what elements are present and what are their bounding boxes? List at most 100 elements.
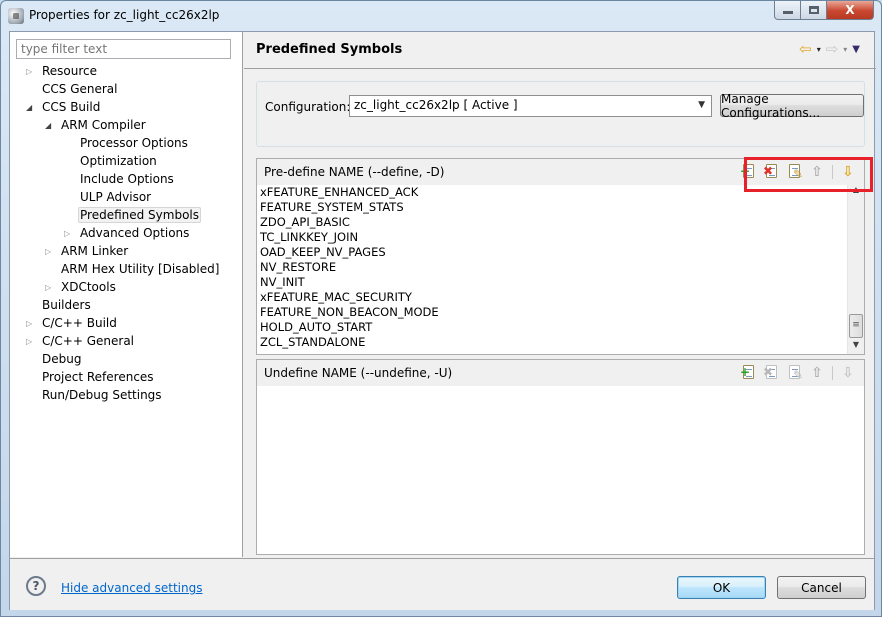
page-navigation: ⇦ ▾ ⇨ ▾ ▼ <box>799 42 860 57</box>
expanded-triangle-icon[interactable]: ◢ <box>45 117 55 134</box>
tree-item-label: Run/Debug Settings <box>42 388 162 402</box>
title-bar: Properties for zc_light_cc26x2lp X <box>1 1 881 31</box>
list-item[interactable]: FEATURE_SYSTEM_STATS <box>257 200 864 215</box>
tree-item-label: Builders <box>42 298 91 312</box>
forward-history-dropdown-icon[interactable]: ▾ <box>843 45 847 54</box>
collapsed-triangle-icon[interactable]: ▷ <box>26 315 36 332</box>
hide-advanced-settings-link[interactable]: Hide advanced settings <box>61 581 202 595</box>
list-item[interactable]: NV_RESTORE <box>257 260 864 275</box>
list-item[interactable]: NV_INIT <box>257 275 864 290</box>
list-item[interactable]: TC_LINKKEY_JOIN <box>257 230 864 245</box>
undefine-symbols-panel: Undefine NAME (--undefine, -U) + ✖ ✎ ⇧ ⇩ <box>256 359 865 555</box>
back-history-dropdown-icon[interactable]: ▾ <box>817 45 821 54</box>
view-menu-icon[interactable]: ▼ <box>852 44 860 55</box>
window-title: Properties for zc_light_cc26x2lp <box>29 8 220 22</box>
close-button[interactable]: X <box>827 1 874 20</box>
tree-item[interactable]: Project References <box>40 369 156 386</box>
tree-item[interactable]: Optimization <box>78 153 159 170</box>
edit-undefine-icon[interactable]: ✎ <box>786 364 803 381</box>
tree-item-label: ARM Compiler <box>61 118 146 132</box>
collapsed-triangle-icon[interactable]: ▷ <box>45 279 55 296</box>
tree-item[interactable]: Processor Options <box>78 135 190 152</box>
tree-item-label: ARM Linker <box>61 244 129 258</box>
tree-item[interactable]: ◢ ARM Compiler <box>45 117 148 134</box>
undefine-list-title: Undefine NAME (--undefine, -U) <box>264 366 453 380</box>
scroll-thumb[interactable]: ≡ <box>849 314 863 338</box>
tree-item[interactable]: Include Options <box>78 171 176 188</box>
tree-item[interactable]: Run/Debug Settings <box>40 387 164 404</box>
tree-item[interactable]: CCS General <box>40 81 119 98</box>
dropdown-arrow-icon: ▼ <box>698 100 705 110</box>
delete-undefine-icon[interactable]: ✖ <box>763 364 779 381</box>
minimize-button[interactable] <box>774 1 801 20</box>
toolbar-separator <box>832 365 833 380</box>
dialog-footer: ? Hide advanced settings OK Cancel <box>10 558 874 610</box>
collapsed-triangle-icon[interactable]: ▷ <box>45 243 55 260</box>
tree-item-label: Project References <box>42 370 154 384</box>
add-undefine-icon[interactable]: + <box>740 364 756 381</box>
ok-button[interactable]: OK <box>677 576 766 599</box>
define-list[interactable]: xFEATURE_ENHANCED_ACK FEATURE_SYSTEM_STAT… <box>257 185 864 354</box>
tree-item[interactable]: ▷ C/C++ Build <box>26 315 119 332</box>
list-item[interactable]: FEATURE_NON_BEACON_MODE <box>257 305 864 320</box>
tree-item-label: XDCtools <box>61 280 116 294</box>
undefine-list[interactable] <box>257 386 864 554</box>
tree-item-label: Resource <box>42 64 98 78</box>
list-item[interactable]: OAD_KEEP_NV_PAGES <box>257 245 864 260</box>
tree-item-label: Include Options <box>80 172 174 186</box>
help-icon[interactable]: ? <box>26 576 46 596</box>
tree-item[interactable]: Builders <box>40 297 93 314</box>
manage-configurations-button[interactable]: Manage Configurations... <box>720 92 864 120</box>
maximize-button[interactable] <box>801 1 827 20</box>
expanded-triangle-icon[interactable]: ◢ <box>26 99 36 116</box>
tree-item-label: C/C++ Build <box>42 316 117 330</box>
tree-item-label: CCS Build <box>42 100 101 114</box>
filter-input[interactable] <box>16 39 231 59</box>
collapsed-triangle-icon[interactable]: ▷ <box>64 225 74 242</box>
collapsed-triangle-icon[interactable]: ▷ <box>26 63 36 80</box>
tree-item-label: Optimization <box>80 154 157 168</box>
tree-item[interactable]: ▷ Advanced Options <box>64 225 191 242</box>
configuration-group: Configuration: zc_light_cc26x2lp [ Activ… <box>256 81 865 147</box>
tree-item-label: Advanced Options <box>80 226 190 240</box>
dialog-body: ▷ Resource CCS General ◢ CCS Build ◢ ARM Compi… <box>9 31 876 610</box>
scroll-down-icon[interactable]: ▼ <box>848 340 864 354</box>
list-item[interactable]: HOLD_AUTO_START <box>257 320 864 335</box>
define-list-scrollbar[interactable]: ▲ ≡ ▼ <box>847 185 864 354</box>
tree-item-label: Predefined Symbols <box>78 207 202 223</box>
app-icon <box>8 8 24 24</box>
tree-item[interactable]: ULP Advisor <box>78 189 153 206</box>
maximize-icon <box>808 6 819 14</box>
tree-item-label: ARM Hex Utility [Disabled] <box>61 262 220 276</box>
page-header: Predefined Symbols ⇦ ▾ ⇨ ▾ ▼ <box>244 32 876 69</box>
configuration-label: Configuration: <box>265 100 351 114</box>
tree-item-label: CCS General <box>42 82 118 96</box>
undefine-toolbar: + ✖ ✎ ⇧ ⇩ <box>740 364 856 382</box>
cancel-button[interactable]: Cancel <box>777 576 866 599</box>
close-icon: X <box>845 3 855 17</box>
collapsed-triangle-icon[interactable]: ▷ <box>26 333 36 350</box>
window-controls: X <box>774 1 874 21</box>
define-list-title: Pre-define NAME (--define, -D) <box>264 165 445 179</box>
list-item[interactable]: ZDO_API_BASIC <box>257 215 864 230</box>
tree-item[interactable]: Predefined Symbols <box>78 207 202 224</box>
tree-item[interactable]: ARM Hex Utility [Disabled] <box>59 261 221 278</box>
tree-item[interactable]: ▷ C/C++ General <box>26 333 136 350</box>
tree-item[interactable]: ▷ ARM Linker <box>45 243 130 260</box>
undefine-list-header: Undefine NAME (--undefine, -U) + ✖ ✎ ⇧ ⇩ <box>257 360 864 386</box>
tree-item[interactable]: ◢ CCS Build <box>26 99 102 116</box>
back-arrow-icon[interactable]: ⇦ <box>799 42 812 57</box>
tree-item[interactable]: ▷ Resource <box>26 63 99 80</box>
category-pane: ▷ Resource CCS General ◢ CCS Build ◢ ARM Compi… <box>10 32 243 557</box>
tree-item[interactable]: Debug <box>40 351 83 368</box>
move-down-undefine-icon[interactable]: ⇩ <box>840 364 856 381</box>
move-up-undefine-icon[interactable]: ⇧ <box>809 364 825 381</box>
tree-item[interactable]: ▷ XDCtools <box>45 279 118 296</box>
list-item[interactable]: xFEATURE_MAC_SECURITY <box>257 290 864 305</box>
settings-pane: Predefined Symbols ⇦ ▾ ⇨ ▾ ▼ Configurati… <box>244 32 876 557</box>
minimize-icon <box>782 11 793 14</box>
forward-arrow-icon[interactable]: ⇨ <box>826 42 839 57</box>
list-item[interactable]: ZCL_STANDALONE <box>257 335 864 350</box>
configuration-select[interactable]: zc_light_cc26x2lp [ Active ] ▼ <box>349 95 712 117</box>
toolbar-highlight-annotation <box>744 157 873 192</box>
